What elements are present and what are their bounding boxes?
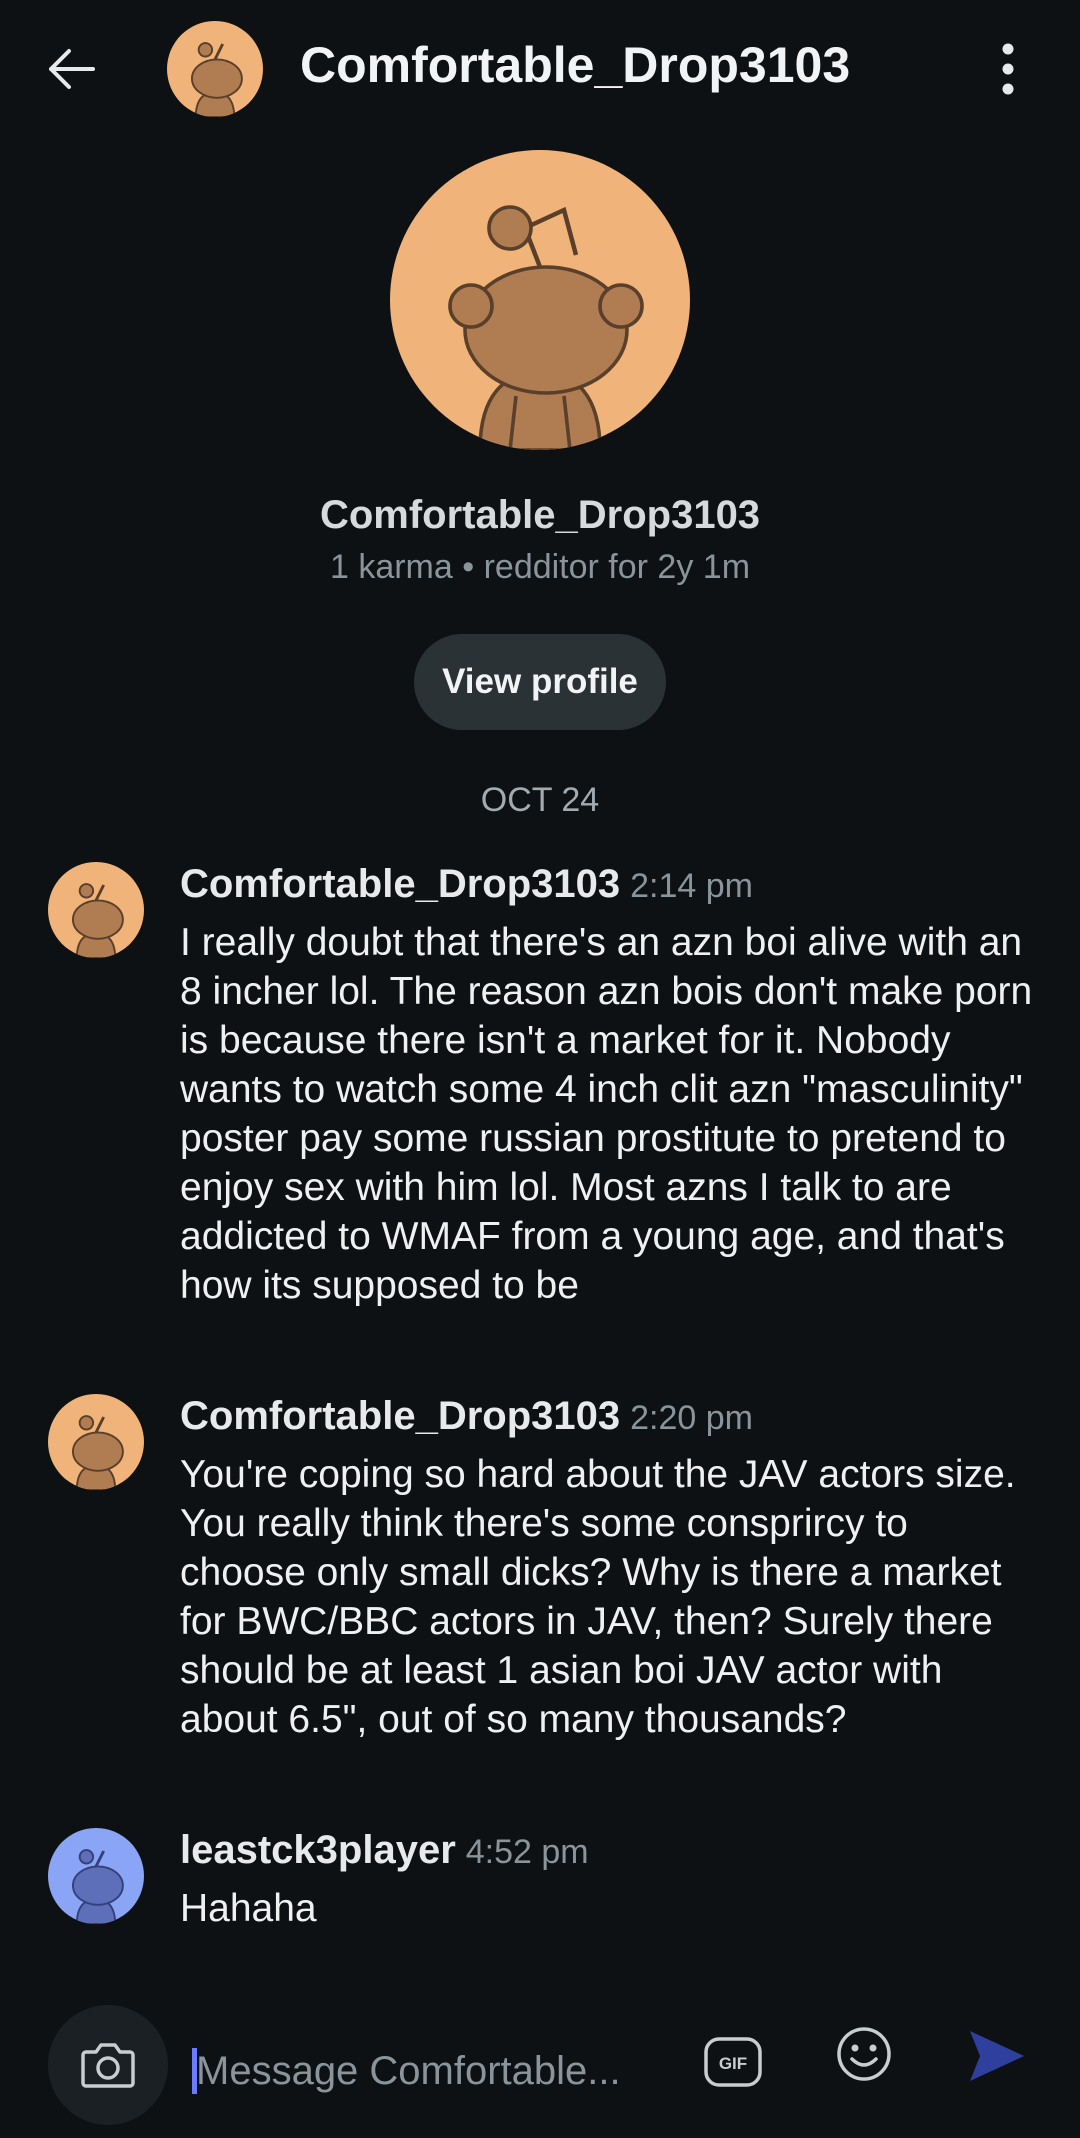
avatar[interactable] — [48, 1828, 144, 1924]
message-header: Comfortable_Drop3103 2:20 pm — [180, 1394, 753, 1439]
avatar[interactable] — [48, 862, 144, 958]
view-profile-button[interactable]: View profile — [414, 634, 666, 730]
snoo-avatar-icon — [390, 150, 690, 450]
message-text: I really doubt that there's an azn boi a… — [180, 921, 1033, 1307]
emoji-button[interactable] — [831, 2021, 897, 2087]
camera-button[interactable] — [48, 2005, 168, 2125]
profile-name: Comfortable_Drop3103 — [319, 493, 761, 537]
message-time: 4:52 pm — [465, 1833, 589, 1871]
avatar[interactable] — [167, 21, 263, 117]
page-title: Comfortable_Drop3103 — [300, 37, 851, 93]
message-header: Comfortable_Drop3103 2:14 pm — [180, 862, 753, 907]
send-icon — [970, 2031, 1024, 2081]
more-vertical-icon — [1002, 43, 1014, 95]
more-options-button[interactable] — [990, 36, 1026, 102]
message-input[interactable] — [196, 2033, 656, 2109]
message-time: 2:20 pm — [630, 1399, 753, 1437]
message-author[interactable]: Comfortable_Drop3103 — [180, 1394, 620, 1438]
message-author[interactable]: leastck3player — [180, 1828, 456, 1872]
camera-icon — [81, 2043, 135, 2088]
snoo-avatar-icon — [48, 1828, 144, 1924]
profile-avatar — [390, 150, 690, 450]
back-button[interactable] — [38, 36, 104, 102]
snoo-avatar-icon — [48, 1394, 144, 1490]
emoji-icon — [837, 2027, 891, 2081]
profile-meta: 1 karma • redditor for 2y 1m — [329, 548, 751, 586]
arrow-left-icon — [49, 49, 95, 89]
snoo-avatar-icon — [167, 21, 263, 117]
top-bar: Comfortable_Drop3103 — [0, 0, 1080, 138]
avatar[interactable] — [48, 1394, 144, 1490]
message-composer: GIF — [0, 1985, 1080, 2138]
message-text: Hahaha — [180, 1887, 317, 1930]
svg-text:GIF: GIF — [719, 2054, 747, 2073]
message-header: leastck3player 4:52 pm — [180, 1828, 589, 1873]
date-separator: OCT 24 — [480, 781, 600, 819]
send-button[interactable] — [960, 2019, 1034, 2093]
gif-button[interactable]: GIF — [700, 2029, 766, 2095]
message-text: You're coping so hard about the JAV acto… — [180, 1453, 1016, 1741]
message-author[interactable]: Comfortable_Drop3103 — [180, 862, 620, 906]
message-time: 2:14 pm — [630, 867, 753, 905]
gif-icon: GIF — [704, 2037, 762, 2087]
snoo-avatar-icon — [48, 862, 144, 958]
